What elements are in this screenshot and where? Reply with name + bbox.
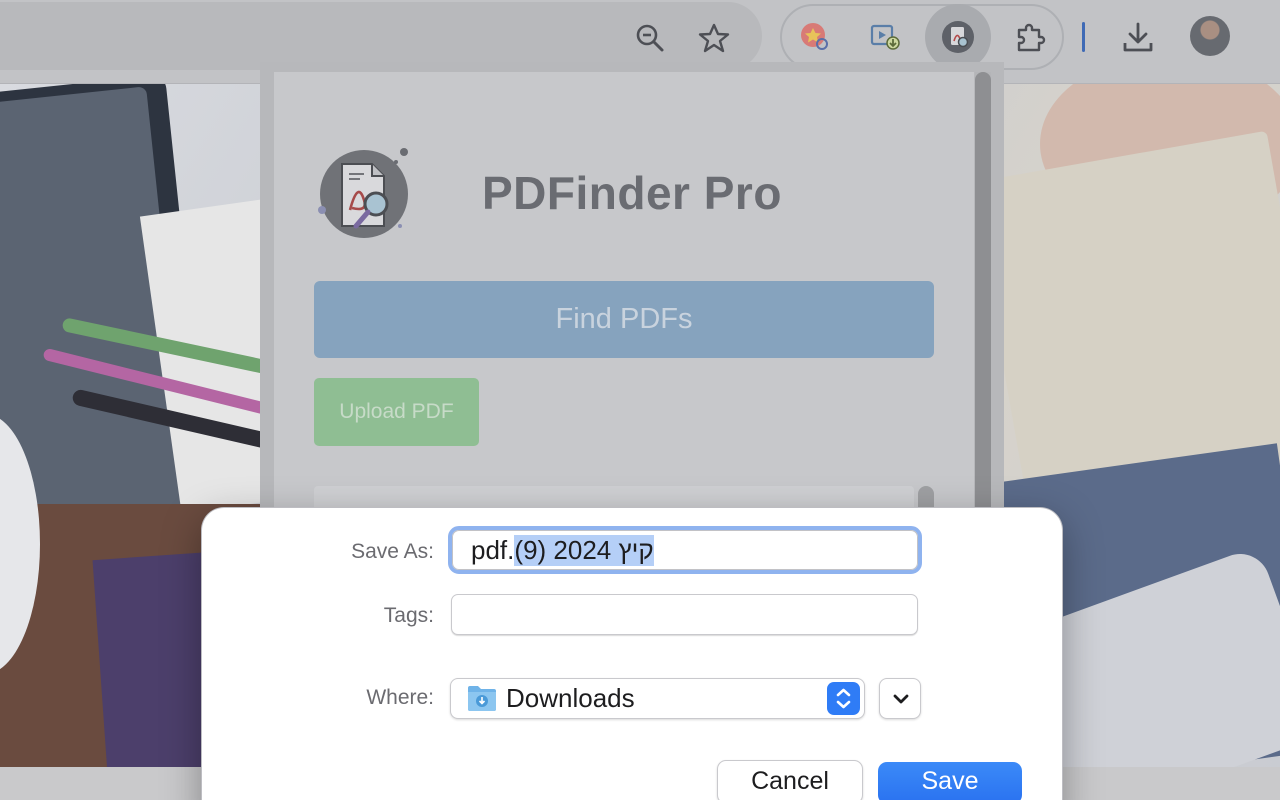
tags-input[interactable] (451, 594, 918, 635)
avatar[interactable] (1190, 16, 1230, 56)
pdfinder-logo-icon (316, 146, 412, 242)
cancel-button[interactable]: Cancel (717, 760, 863, 800)
filename-extension: .pdf (471, 534, 515, 565)
video-download-icon[interactable] (866, 18, 902, 54)
filename-selected-text: קיץ 2024 (9) (514, 534, 654, 566)
where-label: Where: (366, 686, 434, 709)
pdfinder-icon[interactable] (940, 19, 976, 55)
downloads-folder-icon (467, 684, 497, 712)
chevron-down-icon (893, 694, 909, 704)
save-as-label: Save As: (351, 540, 434, 563)
expand-dialog-button[interactable] (879, 678, 921, 719)
find-pdfs-button[interactable]: Find PDFs (314, 281, 934, 358)
extension-a-icon[interactable] (796, 18, 832, 54)
save-as-input[interactable]: .pdf קיץ 2024 (9) (452, 530, 918, 570)
download-icon[interactable] (1118, 17, 1158, 57)
save-button[interactable]: Save (878, 762, 1022, 800)
upload-pdf-button[interactable]: Upload PDF (314, 378, 479, 446)
star-icon[interactable] (694, 18, 734, 58)
zoom-icon[interactable] (630, 18, 670, 58)
puzzle-icon[interactable] (1010, 17, 1050, 57)
tags-label: Tags: (383, 604, 434, 627)
brand-title: PDFinder Pro (482, 167, 782, 219)
toolbar-divider (1082, 22, 1085, 52)
where-value: Downloads (506, 683, 635, 713)
select-stepper-icon (827, 682, 860, 715)
